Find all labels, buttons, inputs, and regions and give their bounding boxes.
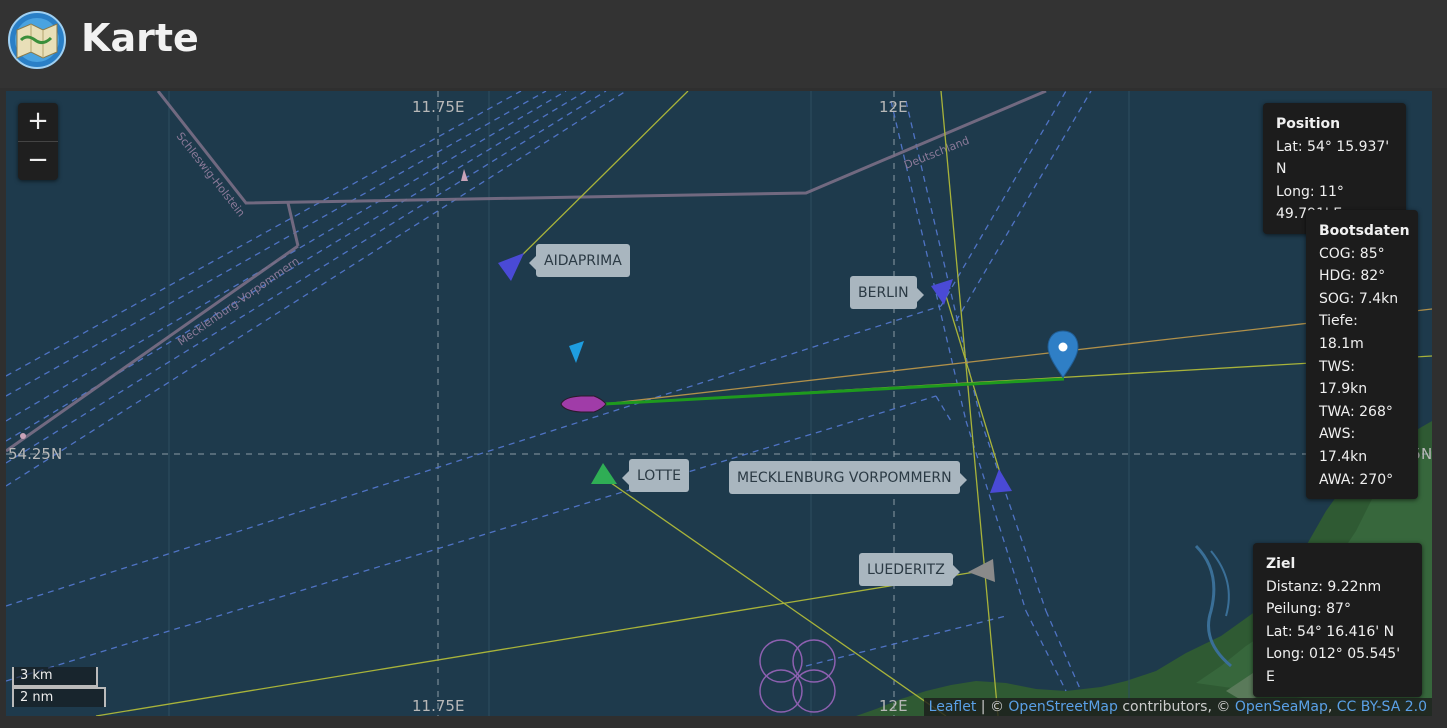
attribution-text: ,: [1327, 699, 1337, 715]
ziel-long: Long: 012° 05.545' E: [1266, 646, 1401, 685]
map-view[interactable]: Schleswig-Holstein Mecklenburg-Vorpommer…: [6, 91, 1432, 716]
grid-label-lon: 11.75E: [412, 697, 465, 715]
position-title: Position: [1276, 116, 1341, 132]
attribution: Leaflet | © OpenStreetMap contributors, …: [923, 698, 1432, 716]
cog-value: COG: 85°: [1319, 245, 1385, 262]
ziel-panel: Ziel Distanz: 9.22nm Peilung: 87° Lat: 5…: [1253, 543, 1422, 697]
ship-label-lotte[interactable]: LOTTE: [621, 459, 690, 492]
grid-label-lat: 54.25N: [8, 445, 63, 463]
openstreetmap-link[interactable]: OpenStreetMap: [1008, 699, 1117, 715]
zoom-in-button[interactable]: +: [18, 103, 58, 142]
twa-value: TWA: 268°: [1319, 403, 1393, 420]
ship-label-luederitz[interactable]: LUEDERITZ: [859, 553, 960, 586]
ziel-distanz: Distanz: 9.22nm: [1266, 578, 1382, 595]
scale-km: 3 km: [12, 667, 98, 687]
ship-aidaprima-icon: [498, 253, 524, 281]
ship-label-berlin[interactable]: BERLIN: [850, 276, 924, 309]
map-pin-icon: [1047, 330, 1079, 379]
tiefe-value: Tiefe: 18.1m: [1319, 313, 1364, 352]
svg-text:Mecklenburg-Vorpommern: Mecklenburg-Vorpommern: [175, 255, 301, 349]
bootsdaten-panel: Bootsdaten COG: 85° HDG: 82° SOG: 7.4kn …: [1306, 210, 1418, 500]
header: Karte: [0, 0, 1447, 88]
leaflet-link[interactable]: Leaflet: [929, 699, 977, 715]
scale-nm: 2 nm: [12, 687, 106, 707]
grid-label-lon: 12E: [879, 98, 908, 116]
ship-label-aidaprima[interactable]: AIDAPRIMA: [529, 244, 630, 277]
attribution-text: contributors, ©: [1117, 699, 1235, 715]
position-lat: Lat: 54° 15.937' N: [1276, 138, 1390, 178]
page-title: Karte: [81, 16, 199, 60]
map-icon: [8, 11, 66, 69]
ship-label-mecklenburg-vorpommern[interactable]: MECKLENBURG VORPOMMERN: [729, 461, 967, 494]
ziel-lat: Lat: 54° 16.416' N: [1266, 623, 1395, 640]
sog-value: SOG: 7.4kn: [1319, 290, 1399, 307]
tws-value: TWS: 17.9kn: [1319, 358, 1368, 398]
zoom-out-button[interactable]: −: [18, 142, 58, 180]
openseamap-link[interactable]: OpenSeaMap: [1235, 699, 1328, 715]
zoom-control: + −: [18, 103, 58, 180]
svg-text:Schleswig-Holstein: Schleswig-Holstein: [174, 130, 248, 220]
own-boat-icon: [560, 395, 607, 413]
license-link[interactable]: CC BY-SA 2.0: [1337, 699, 1427, 715]
ziel-title: Ziel: [1266, 556, 1296, 572]
aws-value: AWS: 17.4kn: [1319, 426, 1368, 465]
ship-mecklenburg-icon: [990, 469, 1012, 493]
grid-label-lon: 12E: [879, 697, 908, 715]
attribution-text: | ©: [976, 699, 1009, 715]
svg-text:Deutschland: Deutschland: [902, 134, 971, 172]
ship-unknown-icon: [569, 341, 584, 363]
awa-value: AWA: 270°: [1319, 471, 1394, 488]
hdg-value: HDG: 82°: [1319, 268, 1386, 285]
map-canvas[interactable]: Schleswig-Holstein Mecklenburg-Vorpommer…: [6, 91, 1432, 716]
ship-lotte-icon: [591, 463, 617, 484]
bootsdaten-title: Bootsdaten: [1319, 223, 1410, 239]
ziel-peilung: Peilung: 87°: [1266, 601, 1351, 618]
ship-luederitz-icon: [968, 559, 995, 582]
grid-label-lon: 11.75E: [412, 98, 465, 116]
